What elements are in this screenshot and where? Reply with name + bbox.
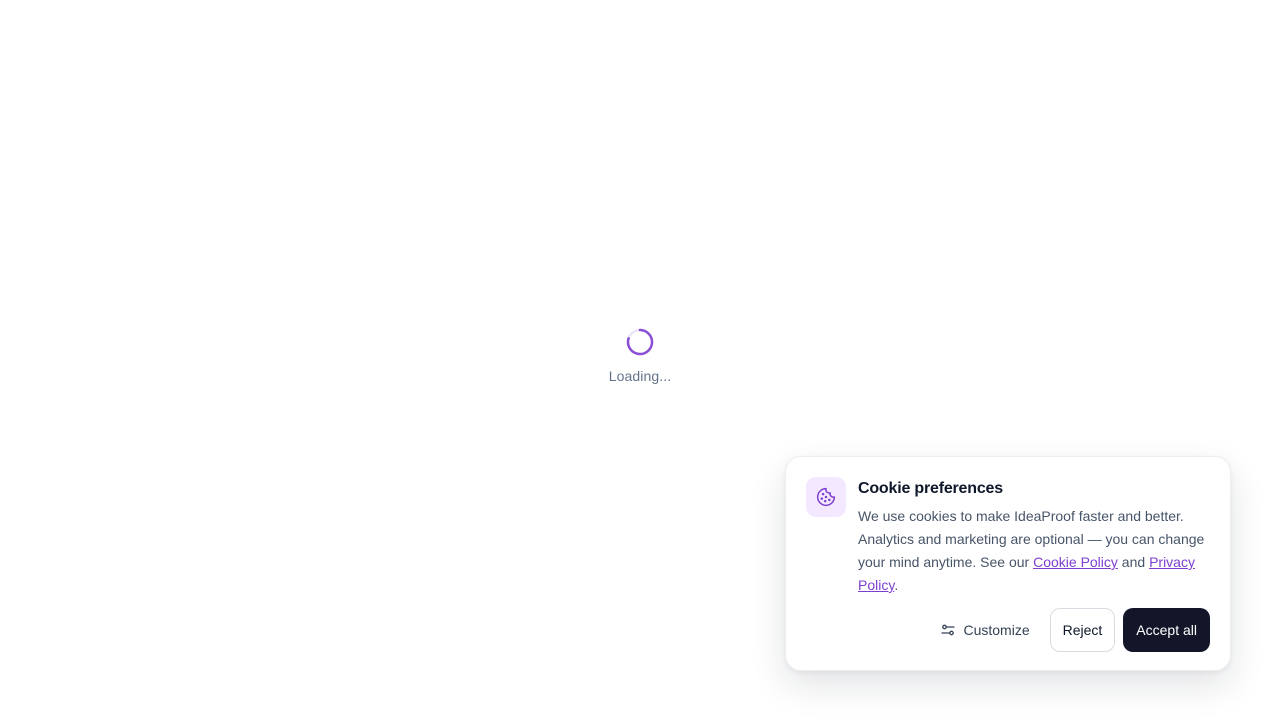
end-text: . <box>894 577 899 593</box>
loading-text: Loading... <box>608 368 672 384</box>
cookie-banner: Cookie preferences We use cookies to mak… <box>785 456 1231 671</box>
cookie-policy-link[interactable]: Cookie Policy <box>1033 554 1118 570</box>
cookie-content: Cookie preferences We use cookies to mak… <box>858 479 1214 597</box>
customize-button[interactable]: Customize <box>929 608 1041 652</box>
spinner-icon <box>626 328 654 356</box>
cookie-title: Cookie preferences <box>858 480 1003 497</box>
cookie-description: We use cookies to make IdeaProof faster … <box>858 505 1214 597</box>
loading-indicator: Loading... <box>0 328 1280 384</box>
cookie-icon-badge <box>806 477 846 517</box>
sliders-icon <box>941 624 956 636</box>
cookie-actions: Customize Reject Accept all <box>929 608 1210 652</box>
reject-button[interactable]: Reject <box>1049 608 1116 652</box>
cookie-icon <box>816 487 836 507</box>
customize-label: Customize <box>963 622 1030 638</box>
and-text: and <box>1117 554 1150 570</box>
accept-all-button[interactable]: Accept all <box>1123 608 1210 652</box>
